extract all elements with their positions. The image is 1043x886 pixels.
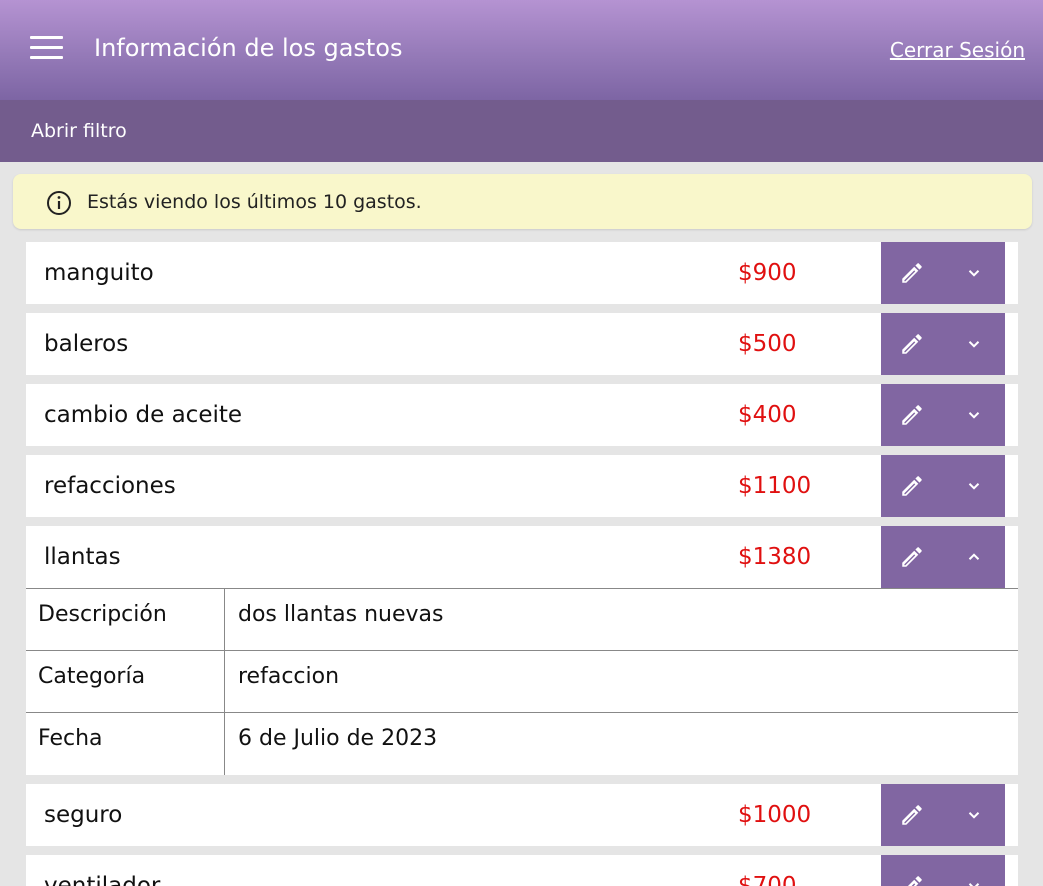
pencil-icon [899,473,925,499]
expense-row: refacciones $1100 [26,455,1018,517]
expense-item: manguito $900 [26,242,1018,304]
detail-label: Descripción [26,589,225,650]
detail-label: Fecha [26,713,225,775]
expense-name: baleros [44,331,129,357]
expense-amount: $1000 [738,802,812,828]
detail-row: Fecha 6 de Julio de 2023 [26,713,1018,775]
edit-button[interactable] [881,855,943,886]
expense-item: ventilador $700 [26,855,1018,886]
chevron-down-icon [965,477,983,495]
expense-name: seguro [44,802,123,828]
detail-value: 6 de Julio de 2023 [238,726,438,751]
edit-button[interactable] [881,784,943,846]
open-filter-button[interactable]: Abrir filtro [31,120,127,142]
expense-name: cambio de aceite [44,402,243,428]
chevron-down-icon [965,335,983,353]
menu-icon[interactable] [28,33,65,63]
expense-item: baleros $500 [26,313,1018,375]
expand-toggle-button[interactable] [943,455,1005,517]
expense-row: baleros $500 [26,313,1018,375]
detail-label: Categoría [26,651,225,712]
page-title: Información de los gastos [94,34,403,62]
expand-toggle-button[interactable] [943,242,1005,304]
detail-value: refaccion [238,664,340,689]
expense-item: refacciones $1100 [26,455,1018,517]
expense-name: llantas [44,544,121,570]
expense-amount: $400 [738,402,797,428]
logout-link[interactable]: Cerrar Sesión [890,38,1025,62]
chevron-down-icon [965,264,983,282]
edit-button[interactable] [881,313,943,375]
edit-button[interactable] [881,526,943,588]
expense-amount: $700 [738,873,797,886]
alert-text: Estás viendo los últimos 10 gastos. [87,191,422,213]
edit-button[interactable] [881,384,943,446]
chevron-down-icon [965,806,983,824]
expense-item: llantas $1380 Descripción dos llantas nueva… [26,526,1018,775]
pencil-icon [899,260,925,286]
detail-row: Categoría refaccion [26,651,1018,713]
expense-amount: $1380 [738,544,812,570]
expense-row: llantas $1380 [26,526,1018,588]
expense-row: seguro $1000 [26,784,1018,846]
expense-item: cambio de aceite $400 [26,384,1018,446]
pencil-icon [899,544,925,570]
expense-amount: $900 [738,260,797,286]
expense-name: ventilador [44,873,161,886]
expand-toggle-button[interactable] [943,526,1005,588]
expense-row: manguito $900 [26,242,1018,304]
detail-row: Descripción dos llantas nuevas [26,589,1018,651]
edit-button[interactable] [881,455,943,517]
expense-amount: $1100 [738,473,812,499]
filter-bar: Abrir filtro [0,100,1043,162]
detail-value: dos llantas nuevas [238,602,444,627]
chevron-down-icon [965,406,983,424]
expand-toggle-button[interactable] [943,384,1005,446]
expense-item: seguro $1000 [26,784,1018,846]
expense-name: refacciones [44,473,176,499]
expense-row: ventilador $700 [26,855,1018,886]
expense-amount: $500 [738,331,797,357]
pencil-icon [899,802,925,828]
info-icon [47,191,71,215]
expense-name: manguito [44,260,154,286]
pencil-icon [899,331,925,357]
info-alert: Estás viendo los últimos 10 gastos. [13,174,1032,229]
expense-row: cambio de aceite $400 [26,384,1018,446]
expand-toggle-button[interactable] [943,784,1005,846]
expense-details-table: Descripción dos llantas nuevas Categoría re… [26,588,1018,775]
chevron-down-icon [965,877,983,886]
app-bar: Información de los gastos Cerrar Sesión [0,0,1043,100]
pencil-icon [899,402,925,428]
pencil-icon [899,873,925,886]
edit-button[interactable] [881,242,943,304]
expand-toggle-button[interactable] [943,313,1005,375]
expense-list: manguito $900 baleros $500 cambio de aceite $… [26,242,1018,886]
chevron-up-icon [965,548,983,566]
expand-toggle-button[interactable] [943,855,1005,886]
